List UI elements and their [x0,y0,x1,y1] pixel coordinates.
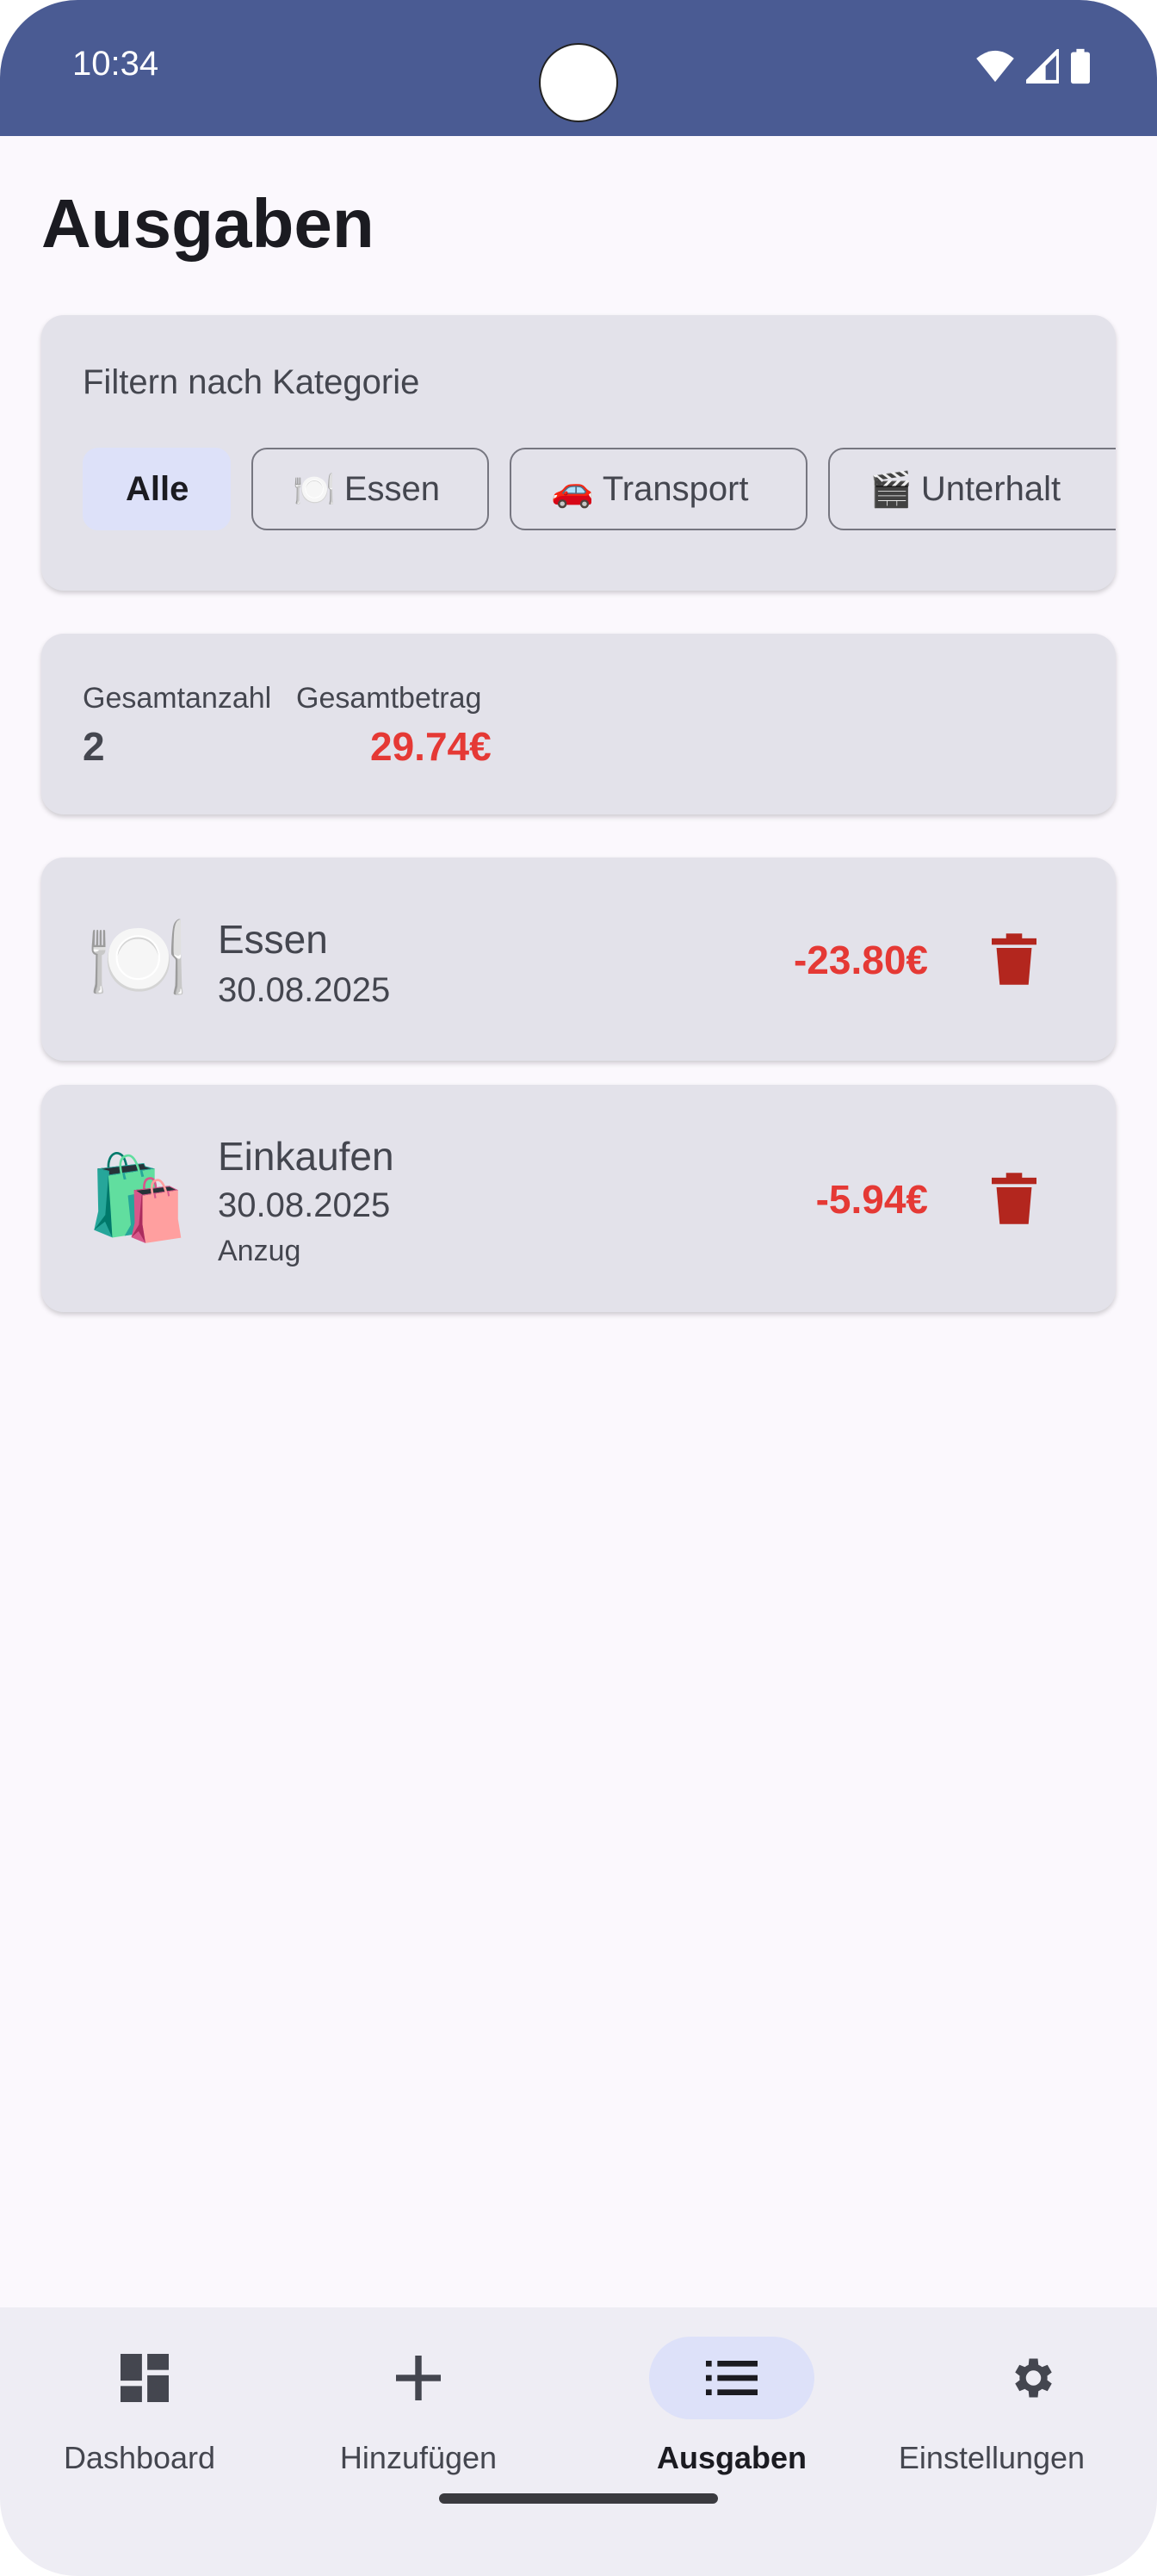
shopping-bags-icon: 🛍️ [86,1152,189,1244]
total-amount-label: Gesamtbetrag [296,682,482,715]
plate-icon: 🍽️ [293,470,336,509]
clapper-icon: 🎬 [869,470,913,509]
expense-note: Anzug [218,1235,301,1267]
expense-amount: -23.80€ [793,938,928,982]
nav-add[interactable]: Hinzufügen [289,2337,578,2492]
plate-icon: 🍽️ [86,913,189,1005]
total-amount-value: 29.74€ [370,724,492,769]
chip-alle[interactable]: Alle [83,448,231,530]
total-count-value: 2 [83,724,105,769]
expense-date: 30.08.2025 [218,971,391,1009]
status-time: 10:34 [72,45,159,83]
filter-label: Filtern nach Kategorie [83,363,420,401]
page-title: Ausgaben [41,185,374,262]
gear-icon [1015,2358,1052,2398]
chip-label: Transport [602,469,749,508]
wifi-icon [976,50,1014,83]
signal-icon [1026,49,1059,84]
expense-category: Einkaufen [218,1134,394,1179]
list-icon [706,2361,758,2395]
battery-icon [1071,48,1090,84]
phone-screen: 10:34 Ausgaben Filtern nach Kategorie Al… [0,0,1157,2576]
expense-item[interactable]: 🛍️ Einkaufen 30.08.2025 Anzug -5.94€ [41,1085,1116,1312]
summary-card: Gesamtanzahl Gesamtbetrag 2 29.74€ [41,634,1116,814]
nav-expenses[interactable]: Ausgaben [578,2337,868,2492]
delete-icon[interactable] [992,933,1036,985]
category-chips[interactable]: Alle 🍽️ Essen 🚗 Transport 🎬 Unterhalt [83,448,1116,530]
nav-label: Hinzufügen [339,2440,498,2475]
expense-item[interactable]: 🍽️ Essen 30.08.2025 -23.80€ [41,858,1116,1061]
chip-label: Unterhalt [920,469,1061,508]
bottom-navigation: Dashboard Hinzufügen Ausgaben Einstellun… [0,2307,1157,2576]
home-indicator[interactable] [439,2493,718,2504]
total-count-label: Gesamtanzahl [83,682,272,715]
chip-essen[interactable]: 🍽️ Essen [251,448,489,530]
chip-unterhaltung[interactable]: 🎬 Unterhalt [828,448,1116,530]
plus-icon [396,2356,441,2400]
nav-dashboard[interactable]: Dashboard [0,2337,289,2492]
camera-cutout [539,43,618,122]
status-icons [976,48,1090,84]
nav-pill [949,2337,1114,2419]
car-icon: 🚗 [551,470,594,509]
chip-label: Essen [343,469,440,508]
nav-settings[interactable]: Einstellungen [868,2337,1157,2492]
nav-pill [62,2337,227,2419]
delete-icon[interactable] [992,1173,1036,1224]
expense-category: Essen [218,917,328,962]
status-bar: 10:34 [0,0,1157,136]
dashboard-icon [121,2354,169,2402]
nav-label: Ausgaben [656,2440,807,2475]
nav-label: Dashboard [63,2440,216,2475]
nav-label: Einstellungen [898,2440,1086,2475]
chip-label: Alle [126,469,189,508]
filter-card: Filtern nach Kategorie Alle 🍽️ Essen 🚗 T… [41,315,1116,591]
chip-transport[interactable]: 🚗 Transport [510,448,807,530]
expense-date: 30.08.2025 [218,1186,391,1224]
nav-pill [336,2337,501,2419]
expense-amount: -5.94€ [815,1177,928,1222]
nav-pill-active [649,2337,814,2419]
